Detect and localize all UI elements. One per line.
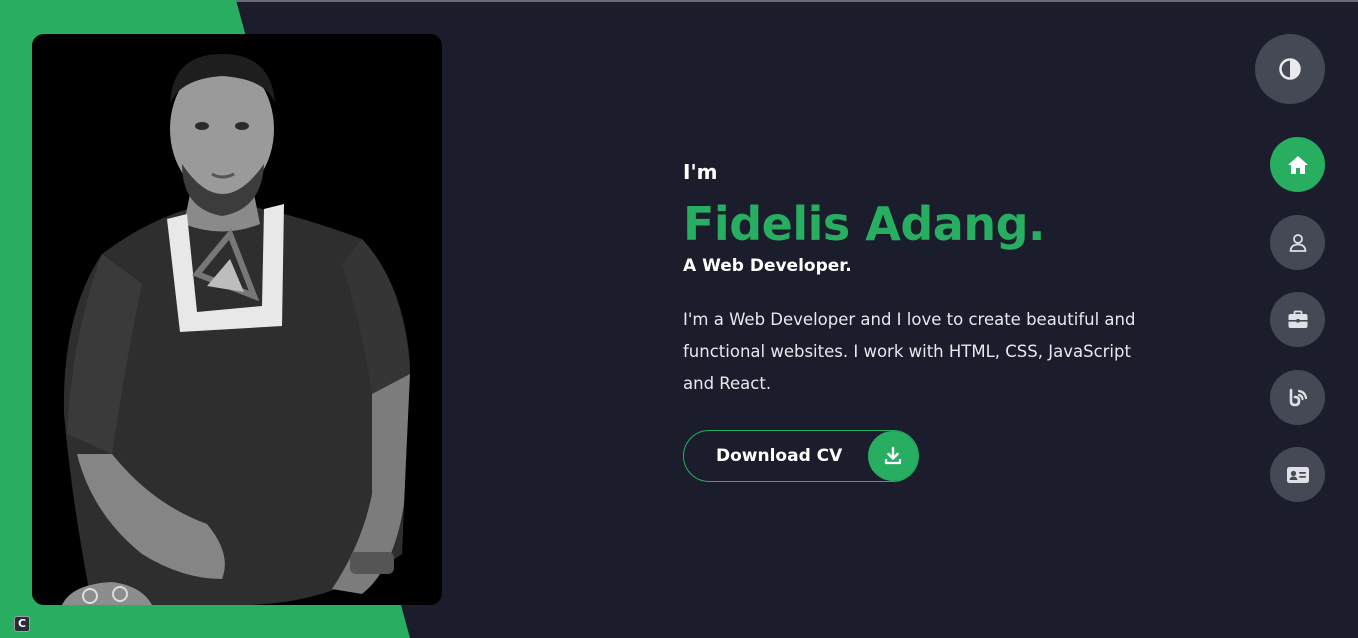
greeting: I'm xyxy=(683,160,718,184)
nav-about-button[interactable] xyxy=(1270,215,1325,270)
download-icon xyxy=(868,431,918,481)
corner-badge: C xyxy=(14,616,30,632)
nav-blog-button[interactable] xyxy=(1270,370,1325,425)
download-cv-button[interactable]: Download CV xyxy=(683,430,919,482)
nav-home-button[interactable] xyxy=(1270,137,1325,192)
user-icon xyxy=(1289,233,1306,252)
profile-photo xyxy=(32,34,442,605)
blog-icon xyxy=(1289,388,1307,406)
home-icon xyxy=(1287,155,1308,174)
role-subtitle: A Web Developer. xyxy=(683,256,852,276)
name-heading: Fidelis Adang. xyxy=(683,197,1045,251)
contact-card-icon xyxy=(1286,466,1309,483)
briefcase-icon xyxy=(1288,310,1307,328)
profile-photo-illustration xyxy=(32,34,442,605)
bio-text: I'm a Web Developer and I love to create… xyxy=(683,310,1136,393)
nav-contact-button[interactable] xyxy=(1270,447,1325,502)
nav-portfolio-button[interactable] xyxy=(1270,292,1325,347)
contrast-icon xyxy=(1279,58,1301,80)
download-cv-label: Download CV xyxy=(716,446,843,466)
hero-intro: I'm Fidelis Adang. A Web Developer. I'm … xyxy=(683,160,1203,400)
theme-toggle-button[interactable] xyxy=(1255,34,1325,104)
